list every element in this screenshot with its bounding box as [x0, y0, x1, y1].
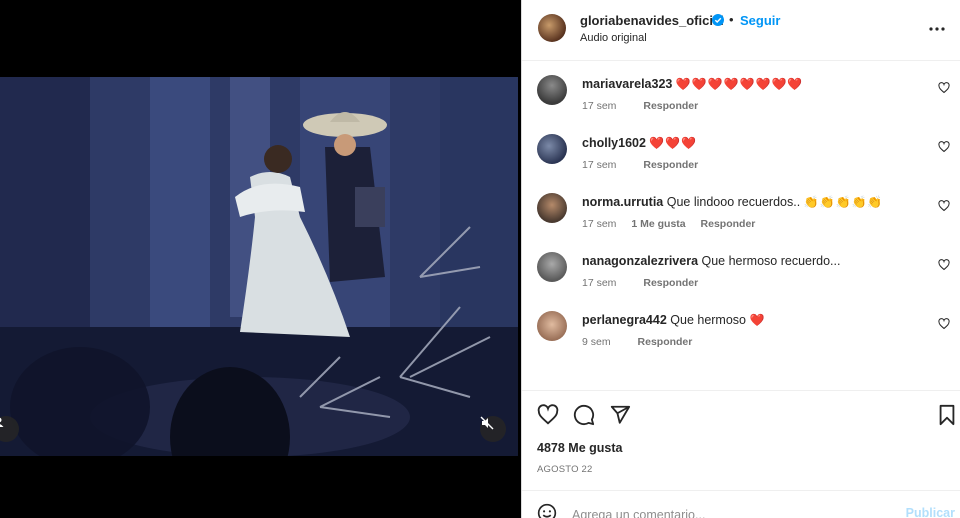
mute-button[interactable]: [480, 416, 506, 442]
commenter-username[interactable]: mariavarela323: [582, 77, 672, 91]
comment-meta: 17 sem Responder: [582, 277, 710, 289]
commenter-avatar[interactable]: [537, 311, 567, 341]
commenter-username[interactable]: cholly1602: [582, 136, 646, 150]
post-header: gloriabenavides_oficial • Seguir Audio o…: [522, 0, 960, 61]
reply-button[interactable]: Responder: [701, 218, 756, 230]
comment-text: cholly1602 ❤️❤️❤️: [582, 136, 697, 150]
comment-item: nanagonzalezrivera Que hermoso recuerdo.…: [522, 238, 960, 297]
post-date[interactable]: AGOSTO 22: [537, 464, 592, 475]
share-icon[interactable]: [609, 404, 631, 426]
comment-item: mariavarela323 ❤️❤️❤️❤️❤️❤️❤️❤️ 17 sem R…: [522, 61, 960, 120]
emoji-icon[interactable]: [537, 503, 557, 518]
bookmark-icon[interactable]: [936, 404, 958, 426]
follow-button[interactable]: Seguir: [740, 13, 780, 28]
post-panel: gloriabenavides_oficial • Seguir Audio o…: [521, 0, 960, 518]
comment-body: Que hermoso recuerdo...: [701, 254, 841, 268]
comment-body: Que hermoso: [670, 313, 746, 327]
video-player[interactable]: [0, 77, 518, 456]
comment-time[interactable]: 17 sem: [582, 277, 616, 289]
reply-button[interactable]: Responder: [643, 277, 698, 289]
comment-icon[interactable]: [573, 404, 595, 426]
comment-text: mariavarela323 ❤️❤️❤️❤️❤️❤️❤️❤️: [582, 77, 803, 91]
comment-item: norma.urrutia Que lindooo recuerdos.. 👏👏…: [522, 179, 960, 238]
verified-badge-icon: [712, 14, 724, 26]
comment-item: perlanegra442 Que hermoso ❤️ 9 sem Respo…: [522, 297, 960, 356]
comment-likes[interactable]: 1 Me gusta: [631, 218, 685, 230]
heart-icon[interactable]: [938, 200, 950, 212]
comments-list: mariavarela323 ❤️❤️❤️❤️❤️❤️❤️❤️ 17 sem R…: [522, 61, 960, 390]
likes-count[interactable]: 4878 Me gusta: [537, 441, 622, 455]
comment-item: cholly1602 ❤️❤️❤️ 17 sem Responder: [522, 120, 960, 179]
commenter-avatar[interactable]: [537, 252, 567, 282]
commenter-username[interactable]: norma.urrutia: [582, 195, 663, 209]
more-icon[interactable]: [928, 20, 946, 38]
comment-emojis: ❤️❤️❤️: [649, 136, 698, 150]
reply-button[interactable]: Responder: [643, 100, 698, 112]
commenter-username[interactable]: nanagonzalezrivera: [582, 254, 698, 268]
comment-meta: 17 sem Responder: [582, 159, 710, 171]
comment-meta: 17 sem 1 Me gusta Responder: [582, 218, 767, 230]
comment-emojis: ❤️: [749, 313, 766, 327]
publish-button[interactable]: Publicar: [906, 506, 955, 518]
media-pane: [0, 0, 521, 518]
heart-icon[interactable]: [938, 259, 950, 271]
muted-speaker-icon: [480, 416, 494, 430]
comment-text: nanagonzalezrivera Que hermoso recuerdo.…: [582, 254, 840, 268]
action-bar: 4878 Me gusta AGOSTO 22: [522, 390, 960, 490]
separator-dot: •: [729, 12, 734, 27]
author-avatar[interactable]: [538, 14, 566, 42]
commenter-username[interactable]: perlanegra442: [582, 313, 667, 327]
comment-emojis: 👏👏👏👏👏: [803, 195, 884, 209]
comment-meta: 9 sem Responder: [582, 336, 704, 348]
comment-meta: 17 sem Responder: [582, 100, 710, 112]
comment-time[interactable]: 9 sem: [582, 336, 611, 348]
comment-time[interactable]: 17 sem: [582, 218, 616, 230]
heart-icon[interactable]: [938, 141, 950, 153]
audio-label[interactable]: Audio original: [580, 32, 647, 44]
comment-text: norma.urrutia Que lindooo recuerdos.. 👏👏…: [582, 195, 883, 209]
heart-icon[interactable]: [938, 318, 950, 330]
commenter-avatar[interactable]: [537, 134, 567, 164]
comment-time[interactable]: 17 sem: [582, 159, 616, 171]
heart-icon[interactable]: [537, 404, 559, 426]
comment-body: Que lindooo recuerdos..: [666, 195, 801, 209]
person-icon: [0, 417, 4, 427]
comment-time[interactable]: 17 sem: [582, 100, 616, 112]
comment-input[interactable]: [572, 505, 872, 518]
comment-emojis: ❤️❤️❤️❤️❤️❤️❤️❤️: [675, 77, 804, 91]
reply-button[interactable]: Responder: [643, 159, 698, 171]
heart-icon[interactable]: [938, 82, 950, 94]
video-frame: [0, 77, 518, 456]
author-username[interactable]: gloriabenavides_oficial: [580, 13, 724, 28]
comment-text: perlanegra442 Que hermoso ❤️: [582, 313, 765, 327]
commenter-avatar[interactable]: [537, 75, 567, 105]
comment-composer: Publicar: [522, 490, 960, 518]
reply-button[interactable]: Responder: [638, 336, 693, 348]
commenter-avatar[interactable]: [537, 193, 567, 223]
